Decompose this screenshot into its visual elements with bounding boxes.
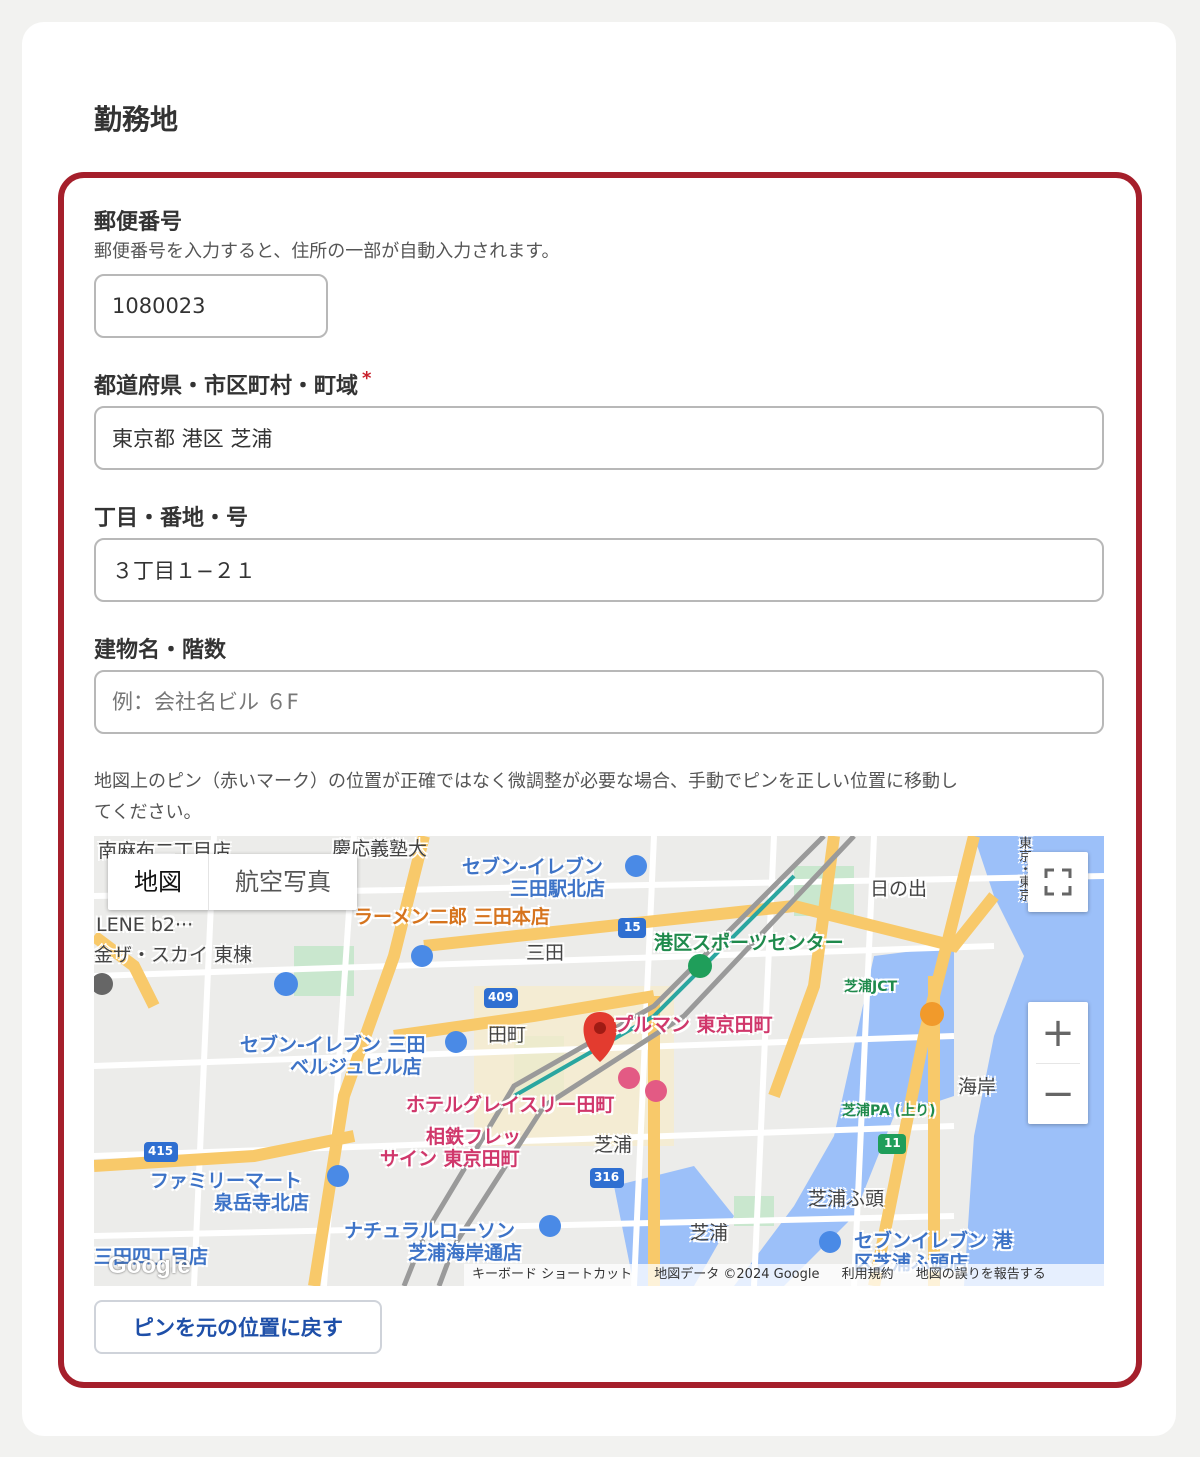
route-316: 316 (594, 1170, 620, 1184)
map-label-lene: LENE b2··· (96, 914, 194, 936)
map-label-sky: 金ザ・スカイ 東棟 (94, 944, 253, 966)
map-label-seven-mita-kita-2: 三田駅北店 (510, 878, 606, 900)
map-label-lawson-2: 芝浦海岸通店 (408, 1242, 523, 1264)
map-type-map-button[interactable]: 地図 (108, 854, 209, 910)
route-415: 415 (148, 1144, 174, 1158)
section-title: 勤務地 (94, 103, 179, 136)
map-label-mita: 三田 (526, 942, 565, 964)
map-type-satellite-button[interactable]: 航空写真 (209, 854, 357, 910)
route-409: 409 (488, 990, 514, 1004)
postal-help: 郵便番号を入力すると、住所の一部が自動入力されます。 (94, 241, 560, 262)
building-label: 建物名・階数 (94, 638, 227, 663)
map-type-control: 地図 航空写真 (108, 854, 357, 910)
terms-link[interactable]: 利用規約 (842, 1267, 894, 1282)
map-label-shibaura-jct: 芝浦JCT (844, 979, 898, 995)
keyboard-shortcuts-link[interactable]: キーボード ショートカット (472, 1267, 632, 1282)
map-label-hinode: 日の出 (870, 878, 928, 900)
fullscreen-icon (1044, 868, 1072, 896)
map[interactable]: 409 15 415 316 11 南麻布二丁目店 慶応義塾大 LENE b2·… (94, 836, 1104, 1286)
map-data-text: 地図データ ©2024 Google (654, 1267, 820, 1282)
postal-label: 郵便番号 (94, 210, 183, 235)
route-11: 11 (884, 1136, 901, 1150)
block-input[interactable] (94, 538, 1104, 602)
required-mark: * (362, 368, 372, 389)
block-label: 丁目・番地・号 (94, 506, 249, 531)
map-label-minato-sports: 港区スポーツセンター (654, 932, 844, 954)
prefecture-input[interactable] (94, 406, 1104, 470)
map-label-shibaura-2: 芝浦 (690, 1222, 729, 1244)
zoom-out-button[interactable]: − (1028, 1064, 1088, 1124)
map-attribution: キーボード ショートカット 地図データ ©2024 Google 利用規約 地図… (464, 1264, 1104, 1286)
reset-pin-button[interactable]: ピンを元の位置に戻す (94, 1300, 382, 1354)
map-label-shibaura: 芝浦 (594, 1134, 633, 1156)
map-label-sotetsu-2: サイン 東京田町 (380, 1148, 520, 1170)
map-label-family-2: 泉岳寺北店 (214, 1192, 310, 1214)
map-label-shibaura-pa: 芝浦PA (上り) (842, 1103, 936, 1119)
map-label-seven-bell-2: ベルジュビル店 (290, 1056, 422, 1078)
zoom-control: + − (1028, 1002, 1088, 1124)
map-label-gracery: ホテルグレイスリー田町 (406, 1094, 615, 1116)
fullscreen-button[interactable] (1028, 852, 1088, 912)
route-15: 15 (624, 920, 641, 934)
zoom-in-button[interactable]: + (1028, 1003, 1088, 1063)
postal-input[interactable] (94, 274, 328, 338)
prefecture-label: 都道府県・市区町村・町域 * (94, 368, 372, 399)
map-label-ramen: ラーメン二郎 三田本店 (354, 906, 550, 928)
map-label-shibaura-futo: 芝浦ふ頭 (808, 1188, 885, 1210)
map-help: 地図上のピン（赤いマーク）の位置が正確ではなく微調整が必要な場合、手動でピンを正… (94, 771, 958, 823)
google-logo: Google (108, 1252, 191, 1279)
map-label-tamachi: 田町 (488, 1024, 527, 1046)
map-label-kaigan: 海岸 (958, 1076, 997, 1098)
building-input[interactable] (94, 670, 1104, 734)
report-error-link[interactable]: 地図の誤りを報告する (916, 1267, 1046, 1282)
map-label-pullman: プルマン 東京田町 (614, 1014, 773, 1036)
